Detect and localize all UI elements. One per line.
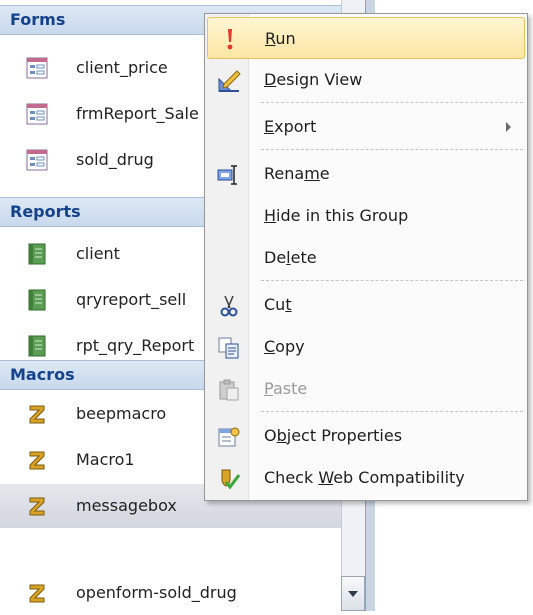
copy-icon [217, 336, 241, 360]
group-title: Reports [10, 202, 81, 221]
nav-item-openform-sold-drug[interactable]: openform-sold_drug [0, 571, 341, 615]
nav-item-label: frmReport_Sale [76, 104, 199, 123]
menu-item-hide-in-group[interactable]: Hide in this Group [207, 195, 525, 237]
rename-icon [217, 163, 241, 187]
report-icon [26, 243, 48, 265]
scissors-icon [217, 294, 241, 318]
report-icon [26, 289, 48, 311]
menu-separator [261, 149, 523, 150]
menu-separator [261, 280, 523, 281]
group-title: Macros [10, 365, 75, 384]
menu-item-run[interactable]: Run [207, 17, 525, 59]
menu-item-label: Design View [264, 70, 363, 89]
exclamation-run-icon [218, 28, 242, 52]
macro-icon [26, 582, 48, 604]
nav-item-label: client_price [76, 58, 168, 77]
menu-item-label: Cut [264, 295, 292, 314]
group-title: Forms [10, 10, 66, 29]
menu-item-label: Hide in this Group [264, 206, 409, 225]
menu-item-object-properties[interactable]: Object Properties [207, 415, 525, 457]
nav-item-label: qryreport_sell [76, 290, 187, 309]
menu-item-label: Check Web Compatibility [264, 468, 465, 487]
menu-separator [261, 411, 523, 412]
form-icon [26, 149, 48, 171]
menu-item-label: Delete [264, 248, 317, 267]
menu-item-label: Object Properties [264, 426, 403, 445]
menu-item-label: Copy [264, 337, 305, 356]
macro-icon [26, 495, 48, 517]
menu-item-check-web-compatibility[interactable]: Check Web Compatibility [207, 457, 525, 499]
design-view-icon [217, 69, 241, 93]
menu-item-delete[interactable]: Delete [207, 237, 525, 279]
nav-item-label: messagebox [76, 496, 177, 515]
menu-item-export[interactable]: Export [207, 106, 525, 148]
web-compat-icon [217, 467, 241, 491]
nav-item-label: sold_drug [76, 150, 154, 169]
report-icon [26, 335, 48, 357]
menu-item-copy[interactable]: Copy [207, 326, 525, 368]
scroll-down-button[interactable] [341, 576, 365, 611]
menu-item-label: Rename [264, 164, 330, 183]
nav-item-label: client [76, 244, 120, 263]
context-menu: Run Design View Export Rename Hide in th… [204, 13, 528, 501]
paste-icon [217, 378, 241, 402]
menu-item-cut[interactable]: Cut [207, 284, 525, 326]
macro-icon [26, 403, 48, 425]
properties-icon [217, 425, 241, 449]
macro-icon [26, 449, 48, 471]
menu-item-label: Paste [264, 379, 308, 398]
nav-item-label: beepmacro [76, 404, 167, 423]
submenu-arrow-icon [506, 122, 511, 132]
form-icon [26, 57, 48, 79]
menu-item-design-view[interactable]: Design View [207, 59, 525, 101]
nav-item-label: Macro1 [76, 450, 135, 469]
nav-item-label: openform-sold_drug [76, 583, 237, 602]
chevron-down-icon [348, 591, 358, 597]
menu-item-rename[interactable]: Rename [207, 153, 525, 195]
form-icon [26, 103, 48, 125]
menu-separator [261, 102, 523, 103]
menu-item-label: Export [264, 117, 317, 136]
menu-item-label: Run [265, 29, 296, 48]
menu-item-paste[interactable]: Paste [207, 368, 525, 410]
